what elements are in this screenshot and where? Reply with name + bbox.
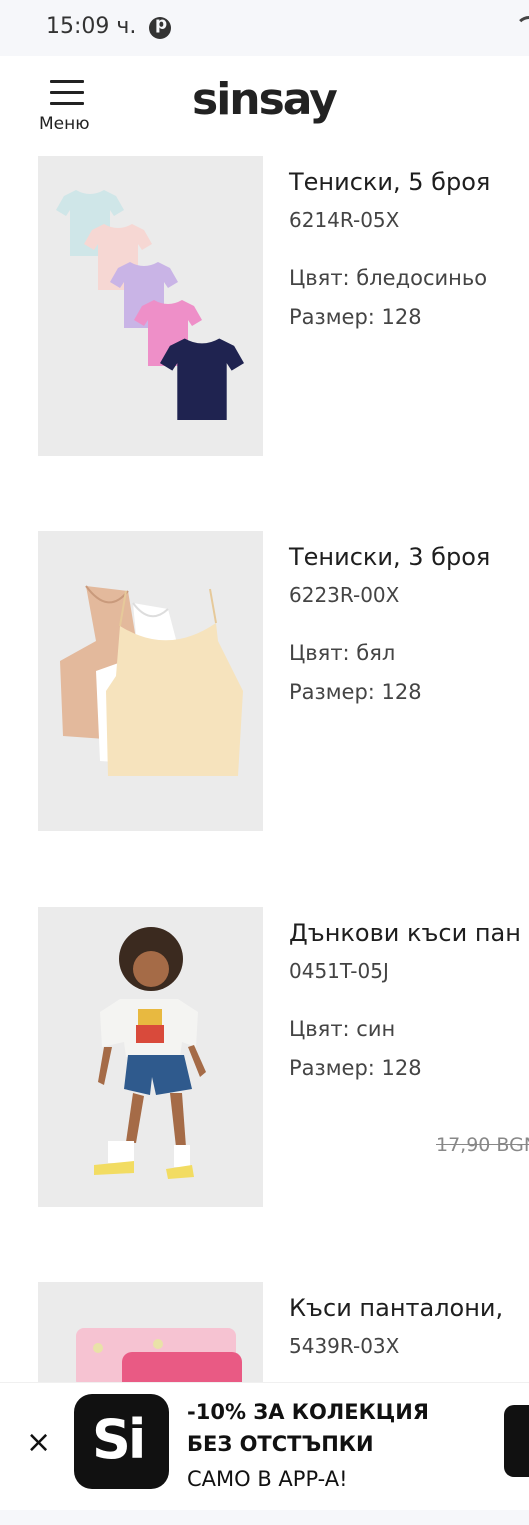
product-color: Цвят: бледосиньо (289, 266, 488, 290)
tank-tops-image (60, 585, 243, 776)
product-size: Размер: 128 (289, 680, 422, 704)
product-code: 0451T-05J (289, 959, 389, 983)
product-color: Цвят: бял (289, 641, 396, 665)
app-promo-banner[interactable]: × Si -10% ЗА КОЛЕКЦИЯ БЕЗ ОТСТЪПКИ САМО … (0, 1382, 529, 1525)
banner-line-2: БЕЗ ОТСТЪПКИ (187, 1432, 374, 1456)
shorts-image (76, 1328, 242, 1382)
app-icon-text: Si (92, 1408, 146, 1471)
open-app-button[interactable] (504, 1405, 529, 1477)
product-size: Размер: 128 (289, 305, 422, 329)
product-code: 5439R-03X (289, 1334, 400, 1358)
cart-item[interactable]: Тениски, 3 броя 6223R-00X Цвят: бял Разм… (0, 531, 529, 831)
banner-line-1: -10% ЗА КОЛЕКЦИЯ (187, 1400, 429, 1424)
hamburger-icon (50, 80, 84, 105)
product-image[interactable] (38, 531, 263, 831)
product-name[interactable]: Тениски, 3 броя (289, 543, 490, 571)
product-image[interactable] (38, 156, 263, 456)
cart-item[interactable]: Къси панталони, 5439R-03X (0, 1282, 529, 1382)
tshirt-image (160, 332, 244, 424)
old-price: 17,90 BGN (436, 1134, 529, 1156)
banner-line-3: САМО В APP-A! (187, 1467, 348, 1491)
product-code: 6223R-00X (289, 583, 400, 607)
pinterest-icon (149, 14, 171, 39)
cart-item[interactable]: Тениски, 5 броя 6214R-05X Цвят: бледосин… (0, 156, 529, 456)
product-name[interactable]: Къси панталони, (289, 1294, 503, 1322)
menu-button[interactable]: Меню (36, 76, 96, 136)
product-image[interactable] (38, 907, 263, 1207)
bottom-bar (0, 1510, 529, 1525)
menu-label: Меню (39, 114, 90, 134)
site-header: Меню sinsay (0, 56, 529, 146)
sinsay-logo[interactable]: sinsay (192, 74, 338, 125)
product-code: 6214R-05X (289, 208, 400, 232)
app-icon[interactable]: Si (74, 1394, 169, 1489)
product-name[interactable]: Тениски, 5 броя (289, 168, 490, 196)
cart-item[interactable]: Дънкови къси пан 0451T-05J Цвят: син Раз… (0, 907, 529, 1207)
status-time: 15:09 ч. (46, 14, 137, 39)
wifi-icon (515, 16, 529, 44)
product-size: Размер: 128 (289, 1056, 422, 1080)
product-image[interactable] (38, 1282, 263, 1382)
product-name[interactable]: Дънкови къси пан (289, 919, 521, 947)
child-model-image (94, 927, 206, 1179)
close-icon[interactable]: × (26, 1425, 51, 1460)
status-bar: 15:09 ч. (0, 0, 529, 56)
product-color: Цвят: син (289, 1017, 396, 1041)
